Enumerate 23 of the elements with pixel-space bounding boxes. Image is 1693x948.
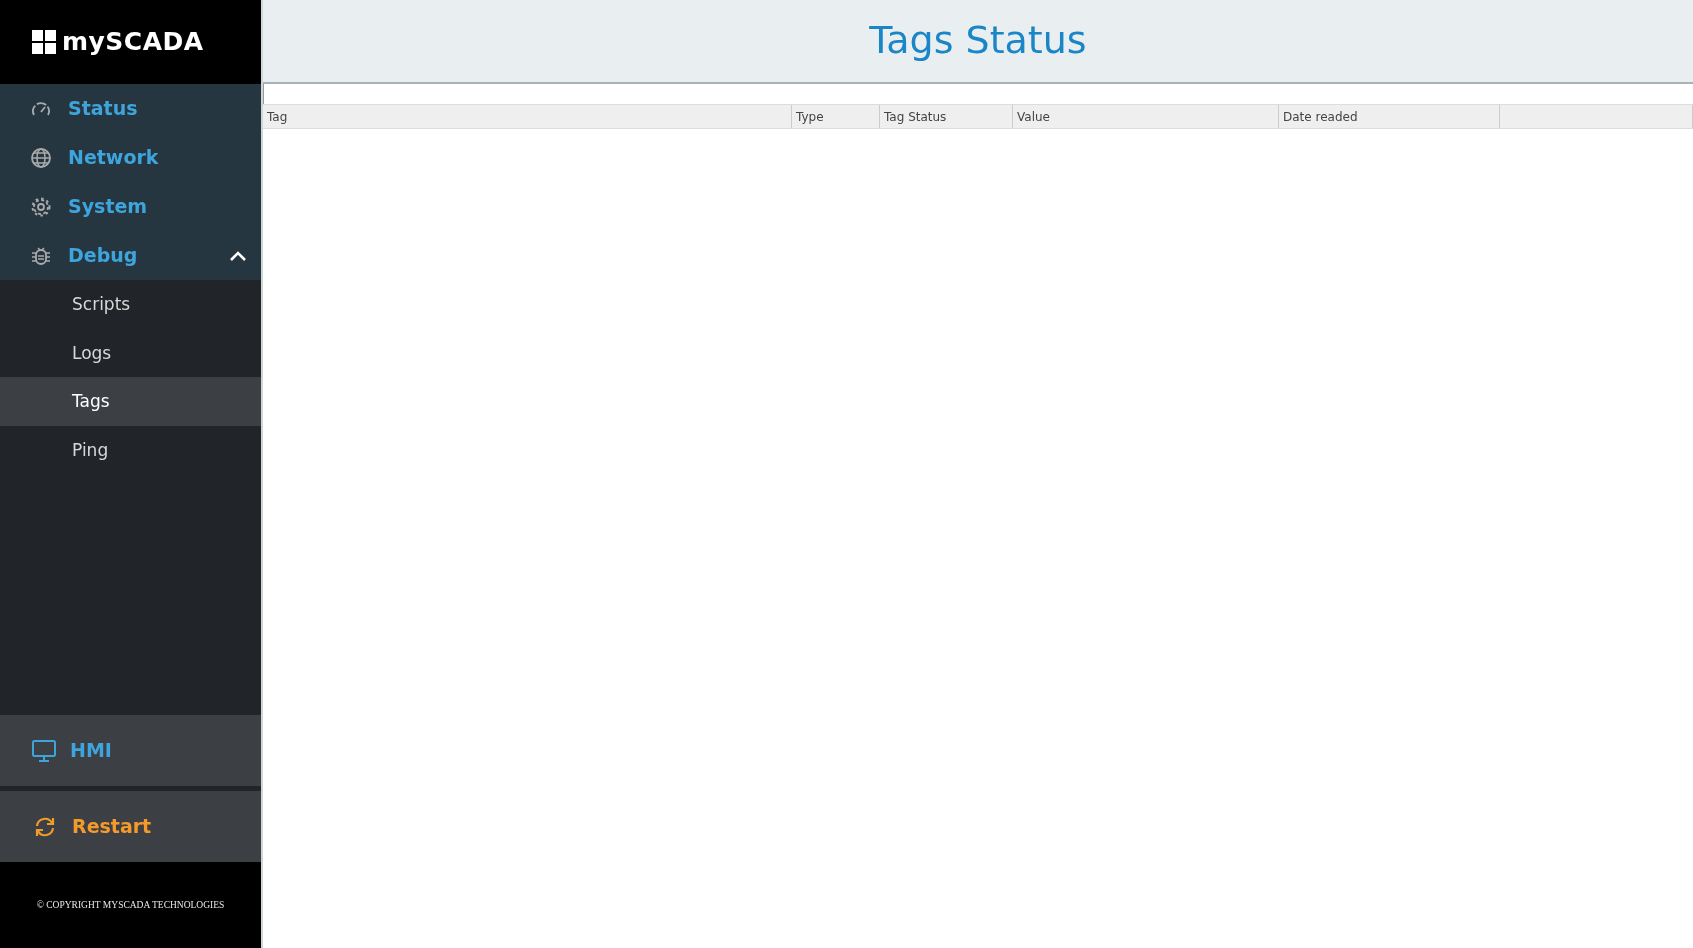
nav-subitem[interactable]: Logs: [0, 328, 261, 377]
nav-item[interactable]: Status: [0, 84, 261, 133]
column-header[interactable]: Date readed: [1279, 105, 1500, 128]
settings-icon: [30, 195, 52, 218]
monitor-icon: [32, 739, 56, 762]
hmi-link[interactable]: HMI: [0, 715, 261, 786]
copyright-text: © COPYRIGHT MYSCADA TECHNOLOGIES: [36, 898, 225, 912]
nav-item[interactable]: Debug: [0, 231, 261, 280]
restart-link[interactable]: Restart: [0, 791, 261, 862]
logo-icon: [32, 30, 56, 54]
column-header[interactable]: Type: [792, 105, 880, 128]
nav-item[interactable]: Network: [0, 133, 261, 182]
globe-icon: [30, 146, 52, 169]
bug-icon: [30, 244, 52, 267]
nav-item[interactable]: System: [0, 182, 261, 231]
nav-subitem[interactable]: Ping: [0, 425, 261, 474]
column-header[interactable]: Value: [1013, 105, 1279, 128]
column-header[interactable]: Tag: [263, 105, 792, 128]
column-header[interactable]: Tag Status: [880, 105, 1013, 128]
nav-subitem[interactable]: Tags: [0, 377, 261, 426]
logo-text: mySCADA: [62, 26, 204, 59]
nav-subitem[interactable]: Scripts: [0, 280, 261, 329]
page-title: Tags Status: [869, 18, 1087, 64]
